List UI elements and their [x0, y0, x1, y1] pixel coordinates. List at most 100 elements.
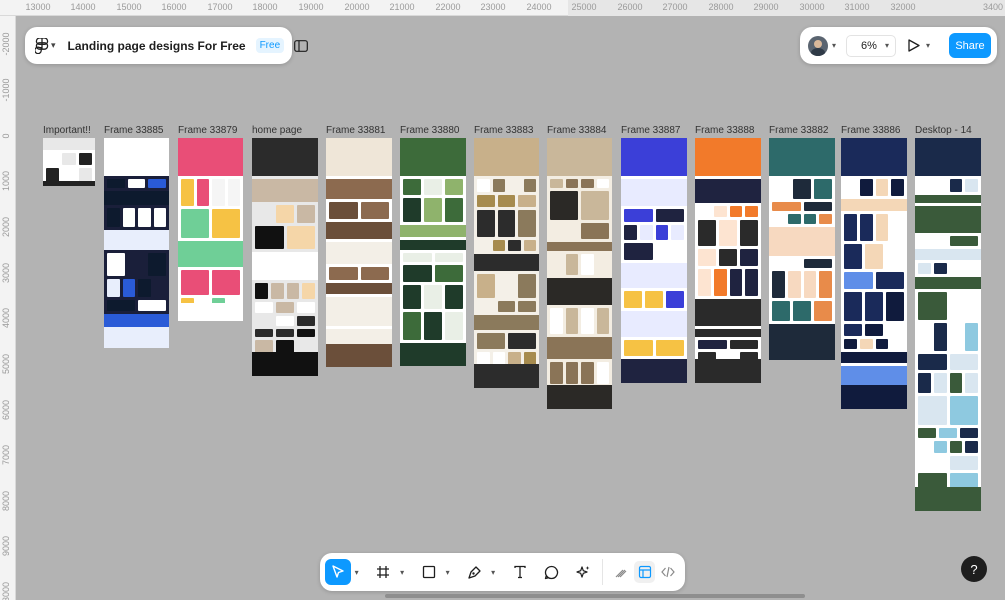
frame-card [671, 225, 684, 240]
rectangle-tool-icon[interactable] [416, 559, 442, 585]
frame-thumbnail[interactable] [841, 138, 907, 409]
frame-label[interactable]: home page [252, 125, 302, 136]
frame-thumbnail[interactable] [326, 138, 392, 367]
zoom-dropdown[interactable]: 6% ▾ [846, 34, 897, 57]
frame-thumbnail[interactable] [915, 138, 981, 511]
help-button[interactable]: ? [961, 556, 987, 582]
chevron-down-icon[interactable]: ▾ [396, 568, 408, 577]
frame-card [212, 179, 225, 206]
frame-thumbnail[interactable] [104, 138, 169, 348]
share-button[interactable]: Share [949, 33, 991, 58]
frame-card [639, 225, 653, 240]
frame-label[interactable]: Desktop - 14 [915, 125, 972, 136]
actions-sparkle-icon[interactable] [570, 559, 596, 585]
frame-card [624, 243, 653, 260]
frame-label[interactable]: Frame 33881 [326, 125, 385, 136]
frame-card [918, 179, 931, 192]
frame-card [477, 195, 495, 207]
plan-badge[interactable]: Free [255, 38, 285, 53]
frame-card [255, 205, 273, 223]
frame-card [148, 253, 166, 276]
frame-section [326, 297, 392, 326]
frame-card [107, 300, 135, 311]
frame-label[interactable]: Frame 33882 [769, 125, 828, 136]
file-title[interactable]: Landing page designs For Free [68, 39, 246, 53]
chevron-down-icon[interactable]: ▾ [51, 40, 56, 51]
frame-card [227, 179, 240, 206]
frame-footer [841, 385, 907, 409]
move-tool-icon[interactable] [325, 559, 351, 585]
frame-thumbnail[interactable] [474, 138, 539, 388]
frame-card [949, 263, 963, 274]
frame-card [698, 340, 727, 349]
toolbar-divider [601, 559, 603, 585]
ruler-tick-label: 26000 [617, 2, 643, 12]
frame-thumbnail[interactable] [695, 138, 761, 383]
frame-thumbnail[interactable] [547, 138, 612, 409]
frame-card [276, 340, 294, 353]
frame-card [518, 301, 536, 312]
frame-footer [43, 181, 95, 186]
frame-footer [326, 344, 392, 367]
chevron-down-icon[interactable]: ▾ [832, 41, 836, 50]
ruler-tick-label: 6000 [1, 399, 11, 421]
frame-card [122, 279, 135, 297]
frame-label[interactable]: Frame 33888 [695, 125, 754, 136]
frame-card [949, 373, 963, 393]
frame-card [745, 269, 758, 296]
frame-card [286, 283, 300, 299]
frame-section [841, 352, 907, 363]
frame-thumbnail[interactable] [252, 138, 318, 376]
frame-label[interactable]: Important!! [43, 125, 91, 136]
frame-label[interactable]: Frame 33884 [547, 125, 606, 136]
frame-label[interactable]: Frame 33880 [400, 125, 459, 136]
frame-card [107, 208, 120, 227]
chevron-down-icon[interactable]: ▾ [442, 568, 454, 577]
horizontal-scrollbar[interactable] [385, 594, 805, 598]
frame-card [581, 223, 609, 239]
frame-card [565, 362, 578, 384]
frame-card [523, 179, 536, 192]
play-icon[interactable] [908, 39, 922, 53]
text-tool-icon[interactable] [507, 559, 533, 585]
design-mode-icon[interactable] [633, 561, 656, 583]
frame-thumbnail[interactable] [769, 138, 835, 360]
frame-card [949, 179, 963, 192]
chevron-down-icon[interactable]: ▾ [926, 41, 930, 50]
frame-card [492, 240, 505, 251]
avatar[interactable] [808, 35, 828, 56]
draw-mode-icon[interactable] [610, 561, 632, 583]
frame-card [865, 324, 883, 336]
frame-card [814, 301, 832, 321]
frame-label[interactable]: Frame 33883 [474, 125, 533, 136]
frame-thumbnail[interactable] [621, 138, 687, 383]
frame-section [695, 138, 761, 176]
frame-tool-icon[interactable] [371, 559, 397, 585]
frame-section [252, 179, 318, 202]
frame-label[interactable]: Frame 33879 [178, 125, 237, 136]
frame-section [915, 138, 981, 176]
frame-card [329, 267, 358, 280]
frame-thumbnail[interactable] [400, 138, 466, 366]
frame-card [918, 441, 931, 453]
chevron-down-icon[interactable]: ▾ [351, 568, 363, 577]
chevron-down-icon[interactable]: ▾ [487, 568, 499, 577]
frame-thumbnail[interactable] [178, 138, 243, 321]
frame-card [477, 301, 495, 312]
comment-tool-icon[interactable] [539, 559, 565, 585]
frame-section [400, 225, 466, 237]
frame-section [104, 230, 169, 250]
figma-logo-icon[interactable] [35, 37, 49, 55]
pen-tool-icon[interactable] [462, 559, 488, 585]
frame-card [886, 244, 904, 269]
sidebar-toggle-icon[interactable] [294, 37, 309, 55]
dev-mode-icon[interactable] [657, 561, 679, 583]
frame-card [445, 312, 463, 340]
frame-thumbnail[interactable] [43, 138, 95, 186]
frame-card [965, 441, 978, 453]
frame-card [255, 329, 273, 337]
frame-label[interactable]: Frame 33886 [841, 125, 900, 136]
frame-section [104, 191, 169, 205]
frame-label[interactable]: Frame 33885 [104, 125, 163, 136]
frame-label[interactable]: Frame 33887 [621, 125, 680, 136]
